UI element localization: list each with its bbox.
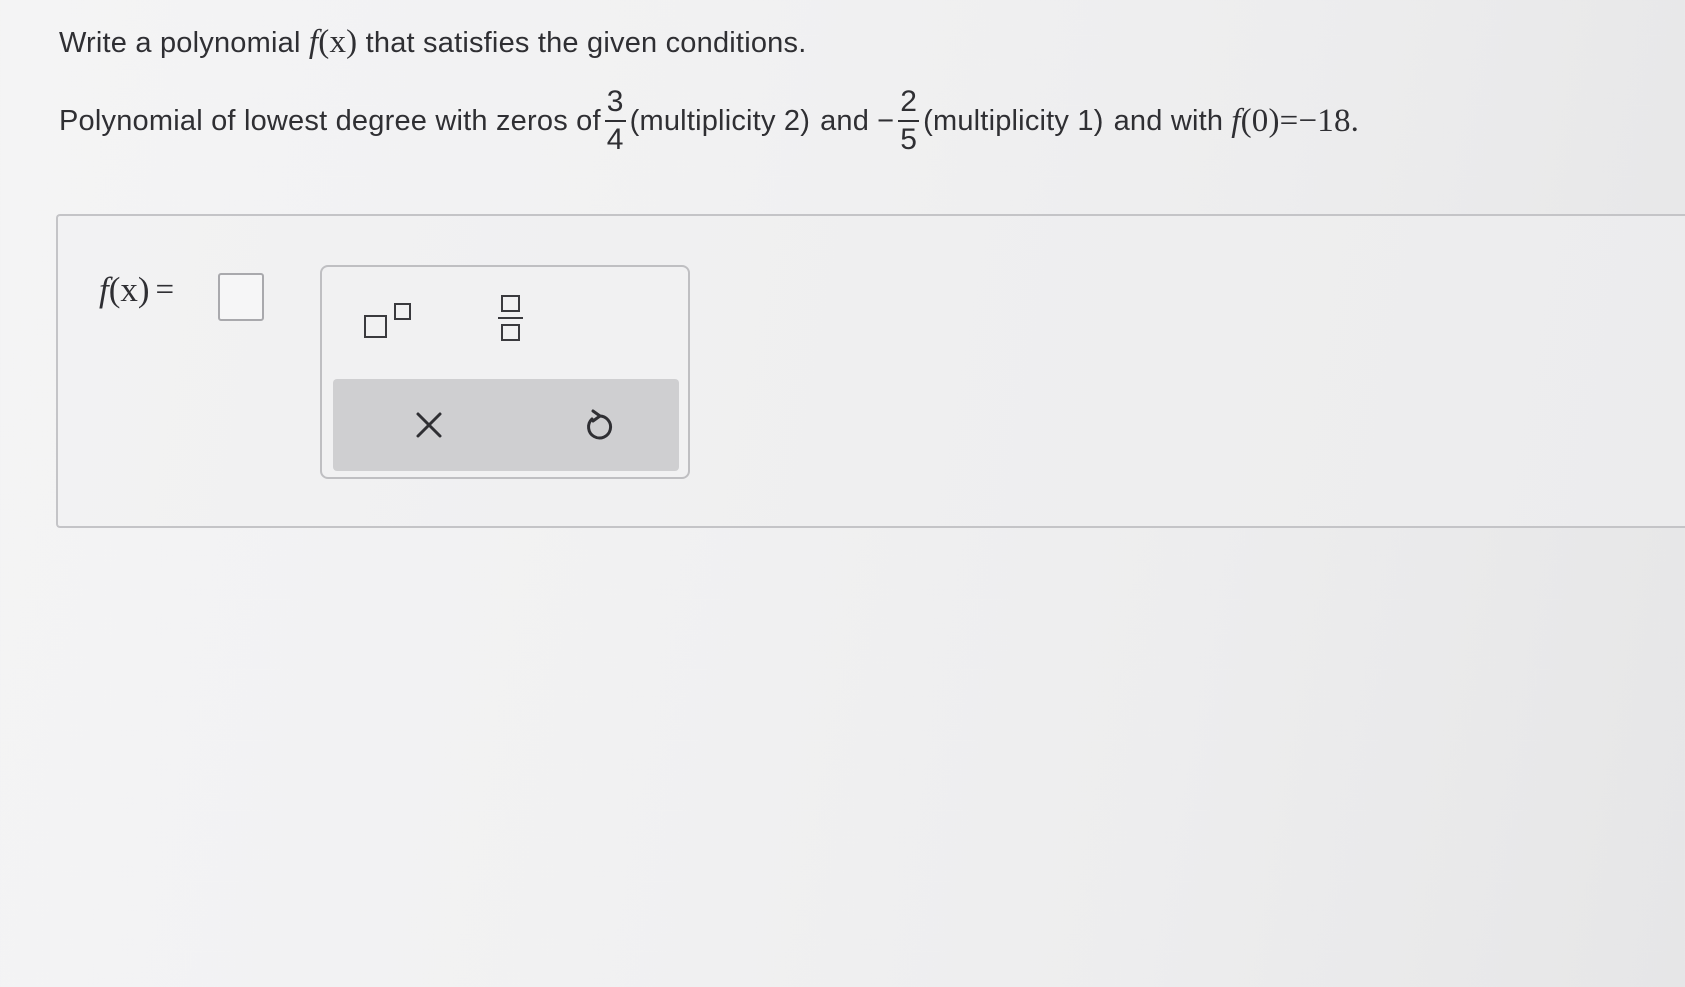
- zero1-numerator: 3: [606, 85, 624, 118]
- answer-panel: [56, 214, 1685, 528]
- answer-label-func: f: [99, 270, 109, 309]
- zero2-numerator: 2: [900, 85, 918, 118]
- function-name: f: [308, 24, 319, 60]
- zero1-multiplicity: (multiplicity 2): [629, 104, 811, 137]
- zero2-multiplicity: (multiplicity 1): [923, 104, 1104, 137]
- question-conditions: Polynomial of lowest degree with zeros o…: [59, 78, 1359, 164]
- answer-label: f (x) =: [99, 270, 174, 310]
- zero2-fraction: 2 5: [898, 85, 920, 156]
- conditions-prefix: Polynomial of lowest degree with zeros o…: [59, 104, 601, 137]
- undo-icon: [587, 409, 613, 440]
- close-icon: [416, 412, 442, 438]
- question-instruction: Write a polynomial f(x) that satisfies t…: [59, 24, 806, 61]
- zero2-sign: −: [877, 104, 895, 137]
- function-arg: (x): [318, 24, 358, 60]
- and-text: and: [820, 104, 870, 137]
- superscript-button[interactable]: [362, 297, 426, 347]
- fraction-button[interactable]: [494, 291, 534, 355]
- undo-button[interactable]: [575, 401, 623, 449]
- condition-value: (0)=−18.: [1240, 102, 1360, 139]
- instruction-suffix: that satisfies the given conditions.: [365, 27, 807, 59]
- instruction-prefix: Write a polynomial: [59, 27, 301, 59]
- condition-function-name: f: [1231, 102, 1241, 139]
- answer-input[interactable]: [218, 273, 264, 321]
- clear-button[interactable]: [405, 401, 453, 449]
- zero1-denominator: 4: [606, 123, 624, 156]
- zero1-fraction: 3 4: [604, 85, 626, 156]
- and-with-text: and with: [1113, 104, 1224, 137]
- answer-label-arg: (x): [108, 270, 150, 309]
- math-toolbar: [320, 265, 690, 479]
- answer-label-equals: =: [155, 271, 175, 308]
- toolbar-action-bar: [333, 379, 679, 471]
- zero2-denominator: 5: [900, 123, 918, 156]
